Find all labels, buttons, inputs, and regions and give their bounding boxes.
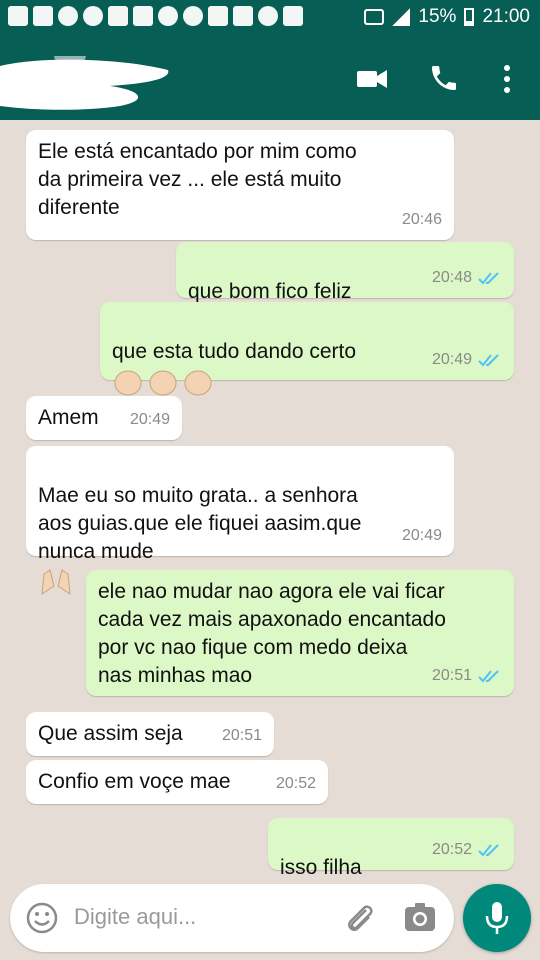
whatsapp-icon (83, 6, 103, 26)
message-outgoing[interactable]: isso filha 20:52 (268, 818, 514, 909)
gallery-icon (33, 6, 53, 26)
signal-icon (392, 8, 411, 26)
message-text: ele nao mudar nao agora ele vai ficar ca… (98, 580, 446, 687)
message-time: 20:49 (401, 527, 442, 544)
message-incoming[interactable]: Mae eu so muito grata.. a senhora aos gu… (26, 446, 454, 596)
message-time: 20:46 (401, 211, 442, 228)
message-composer[interactable]: Digite aqui... (10, 884, 454, 952)
alert-icon (8, 6, 28, 26)
voice-record-button[interactable] (463, 884, 531, 952)
play-store-icon (283, 6, 303, 26)
car-icon (133, 6, 153, 26)
message-time: 20:51 (431, 667, 472, 684)
message-text: Ele está encantado por mim como da prime… (38, 140, 357, 219)
message-outgoing[interactable]: que bom fico feliz 20:48 (176, 242, 514, 333)
vibrate-icon (364, 9, 385, 25)
clock: 21:00 (482, 6, 530, 27)
read-ticks-icon (478, 354, 499, 367)
message-outgoing[interactable]: ele nao mudar nao agora ele vai ficar ca… (86, 570, 514, 696)
clapping-hands-emoji-icon (114, 370, 212, 396)
status-bar: 15% 21:00 (0, 0, 540, 36)
battery-percent: 15% (418, 6, 457, 27)
message-input[interactable]: Digite aqui... (74, 904, 196, 930)
message-time: 20:52 (431, 841, 472, 858)
mail-icon (108, 6, 128, 26)
system-status: 15% 21:00 (364, 6, 530, 28)
message-time: 20:49 (431, 351, 472, 368)
message-text: Confio em voçe mae (38, 770, 231, 793)
camera-icon[interactable] (402, 900, 438, 936)
message-incoming[interactable]: Que assim seja 20:51 (26, 712, 274, 756)
news-icon (233, 6, 253, 26)
message-time: 20:49 (129, 411, 170, 428)
message-incoming[interactable]: Ele está encantado por mim como da prime… (26, 130, 454, 240)
message-text: que bom fico feliz (188, 280, 352, 303)
read-ticks-icon (478, 844, 499, 857)
message-time: 20:52 (275, 775, 316, 792)
weather-icon (258, 6, 278, 26)
message-text: Mae eu so muito grata.. a senhora aos gu… (38, 484, 362, 563)
raising-hands-emoji-icon (41, 569, 71, 596)
video-call-icon[interactable] (355, 62, 389, 96)
message-text: isso filha (280, 856, 362, 879)
attach-icon[interactable] (342, 900, 376, 936)
redacted-contact-name[interactable] (0, 56, 170, 112)
read-ticks-icon (478, 670, 499, 683)
chrome-icon (158, 6, 178, 26)
chat-header (0, 36, 540, 120)
message-text: Que assim seja (38, 722, 183, 745)
warning-icon (208, 6, 228, 26)
message-incoming[interactable]: Amem 20:49 (26, 396, 182, 440)
microphone-icon (485, 902, 509, 934)
battery-icon (464, 8, 475, 26)
messenger-icon (183, 6, 203, 26)
message-list[interactable]: Ele está encantado por mim como da prime… (0, 120, 540, 909)
emoji-icon[interactable] (26, 902, 58, 934)
message-incoming[interactable]: Confio em voçe mae 20:52 (26, 760, 328, 804)
phone-call-icon[interactable] (428, 62, 460, 94)
message-time: 20:48 (431, 269, 472, 286)
read-ticks-icon (478, 272, 499, 285)
instagram-icon (58, 6, 78, 26)
message-time: 20:51 (221, 727, 262, 744)
message-text: Amem (38, 406, 99, 429)
notification-icons (8, 6, 303, 26)
message-text: que esta tudo dando certo (112, 340, 357, 363)
more-options-icon[interactable] (498, 62, 516, 96)
message-outgoing[interactable]: que esta tudo dando certo 20:49 (100, 302, 514, 396)
